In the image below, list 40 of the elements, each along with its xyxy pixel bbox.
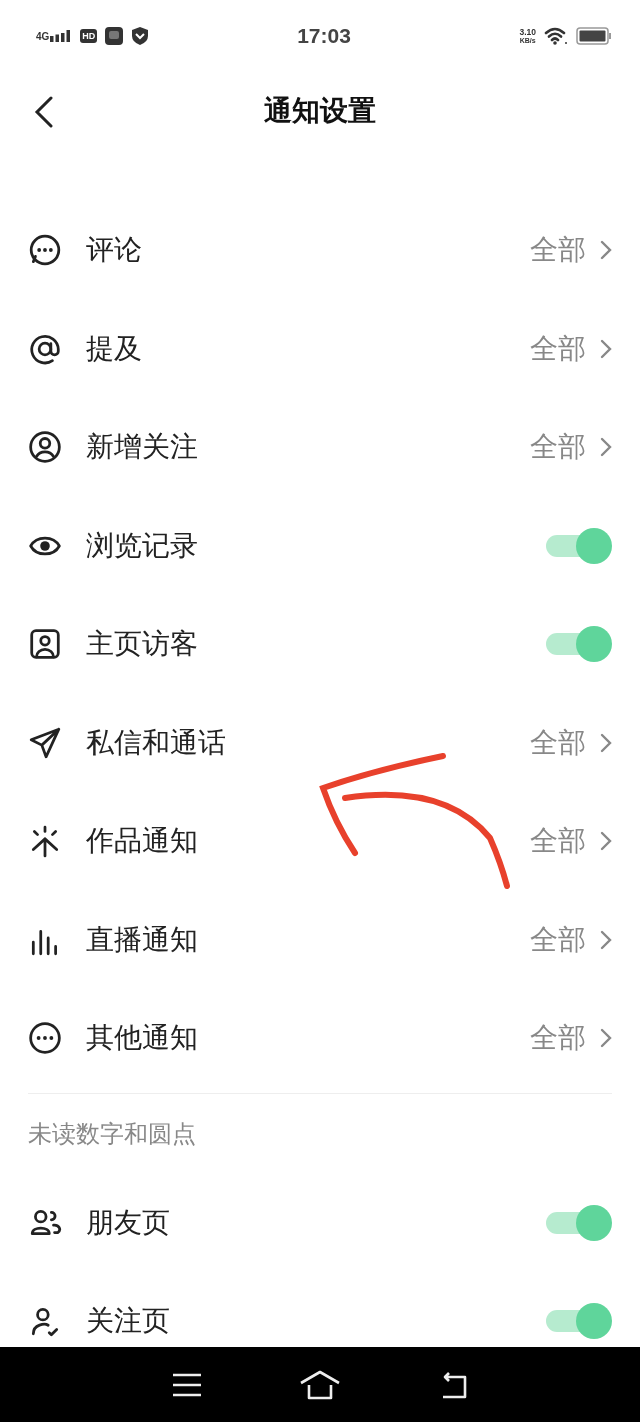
setting-label: 提及: [86, 330, 143, 367]
setting-value: 全部: [530, 232, 586, 269]
chevron-right-icon: [600, 732, 612, 753]
wifi-icon: [544, 27, 568, 45]
hd-badge: HD: [80, 29, 98, 43]
app-icon: [105, 27, 124, 45]
setting-label: 其他通知: [86, 1020, 199, 1057]
comment-icon: [28, 233, 62, 268]
setting-label: 作品通知: [86, 823, 199, 860]
shield-icon: [131, 27, 150, 45]
setting-label: 朋友页: [86, 1204, 171, 1241]
setting-label: 主页访客: [86, 626, 199, 663]
clock: 17:03: [297, 24, 351, 48]
setting-label: 私信和通话: [86, 724, 227, 761]
battery-icon: [576, 27, 612, 45]
setting-label: 关注页: [86, 1303, 171, 1340]
section-title: 未读数字和圆点: [28, 1118, 196, 1150]
setting-value: 全部: [530, 823, 586, 860]
profile-card-icon: [28, 627, 62, 662]
setting-value: 全部: [530, 724, 586, 761]
setting-label: 直播通知: [86, 921, 199, 958]
user-circle-icon: [28, 430, 62, 465]
chevron-right-icon: [600, 831, 612, 852]
send-icon: [28, 725, 62, 760]
chevron-right-icon: [600, 929, 612, 950]
setting-value: 全部: [530, 429, 586, 466]
chevron-right-icon: [600, 338, 612, 359]
chevron-right-icon: [600, 240, 612, 261]
setting-label: 新增关注: [86, 429, 199, 466]
setting-value: 全部: [530, 330, 586, 367]
setting-value: 全部: [530, 1020, 586, 1057]
network-type: 4G: [36, 32, 50, 42]
page-title: 通知设置: [264, 93, 376, 129]
setting-value: 全部: [530, 921, 586, 958]
setting-label: 浏览记录: [86, 527, 199, 564]
setting-label: 评论: [86, 232, 143, 269]
more-circle-icon: [28, 1021, 62, 1056]
chevron-right-icon: [600, 437, 612, 458]
chevron-right-icon: [600, 1028, 612, 1049]
signal-icon: [50, 30, 73, 42]
